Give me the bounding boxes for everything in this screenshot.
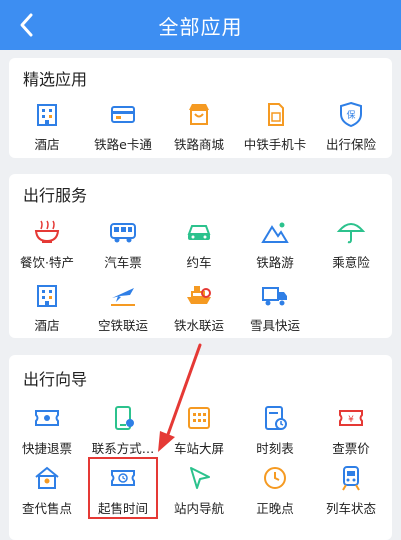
app-label: 酒店: [34, 137, 60, 152]
section-title: 出行向导: [23, 370, 88, 389]
app-label: 铁路商城: [173, 137, 224, 152]
ship-icon: [184, 282, 214, 308]
app-ride-hailing[interactable]: 约车: [161, 219, 237, 271]
mountain-icon: [260, 219, 290, 245]
plane-icon: [108, 282, 138, 308]
app-rail-tour[interactable]: 铁路游: [237, 219, 313, 271]
app-on-time-status[interactable]: 正晚点: [237, 465, 313, 517]
section-featured: 精选应用 酒店 铁路e卡通 铁路商城 中铁手机卡 保 出行保险: [9, 58, 392, 158]
app-station-navigation[interactable]: 站内导航: [161, 465, 237, 517]
app-check-price[interactable]: ¥ 查票价: [313, 405, 389, 457]
clock-icon: [260, 465, 290, 491]
app-label: 铁水联运: [173, 318, 224, 333]
station-screen-icon: [184, 405, 214, 431]
app-label: 联系方式…: [91, 441, 155, 456]
app-label: 乘意险: [332, 255, 370, 270]
app-bus-ticket[interactable]: 汽车票: [85, 219, 161, 271]
page-title: 全部应用: [158, 15, 243, 39]
price-ticket-icon: ¥: [336, 405, 366, 431]
food-icon: [32, 219, 62, 245]
contact-phone-icon: [108, 405, 138, 431]
app-train-status[interactable]: 列车状态: [313, 465, 389, 517]
app-hotel[interactable]: 酒店: [9, 282, 85, 334]
app-travel-accident-insurance[interactable]: 乘意险: [313, 219, 389, 271]
refund-ticket-icon: [32, 405, 62, 431]
top-bar: 全部应用: [0, 0, 401, 50]
sim-icon: [260, 101, 290, 127]
timetable-icon: [260, 405, 290, 431]
section-title: 出行服务: [23, 186, 88, 205]
highlight-box: [88, 457, 158, 519]
section-travel-services: 出行服务 餐饮·特产 汽车票 约车 铁路游 乘意险 酒店 空铁联运 铁水联运 雪…: [9, 174, 392, 338]
app-air-rail[interactable]: 空铁联运: [85, 282, 161, 334]
app-check-agency[interactable]: 查代售点: [9, 465, 85, 517]
svg-text:保: 保: [346, 109, 355, 121]
app-label: 查票价: [332, 441, 370, 456]
shop-icon: [184, 101, 214, 127]
app-contact-info[interactable]: 联系方式…: [85, 405, 161, 457]
truck-icon: [260, 282, 290, 308]
app-label: 站内导航: [173, 501, 224, 516]
app-sim-card[interactable]: 中铁手机卡: [237, 101, 313, 153]
app-label: 餐饮·特产: [20, 255, 74, 270]
car-icon: [184, 219, 214, 245]
app-label: 时刻表: [256, 441, 294, 456]
app-label: 空铁联运: [97, 318, 148, 333]
app-label: 查代售点: [21, 501, 72, 516]
app-ski-express[interactable]: 雪具快运: [237, 282, 313, 334]
app-label: 约车: [186, 255, 212, 270]
navigation-arrow-icon: [184, 465, 214, 491]
umbrella-icon: [336, 219, 366, 245]
app-rail-ecard[interactable]: 铁路e卡通: [85, 101, 161, 153]
app-timetable[interactable]: 时刻表: [237, 405, 313, 457]
app-quick-refund[interactable]: 快捷退票: [9, 405, 85, 457]
app-label: 酒店: [34, 318, 60, 333]
app-label: 快捷退票: [21, 441, 72, 456]
hotel-icon: [32, 282, 62, 308]
insurance-icon: 保: [336, 101, 366, 128]
app-station-screen[interactable]: 车站大屏: [161, 405, 237, 457]
section-travel-guide: 出行向导 快捷退票 联系方式… 车站大屏 时刻表 ¥ 查票价 查代售点 起售时间…: [9, 355, 392, 540]
app-label: 中铁手机卡: [243, 137, 307, 152]
app-label: 雪具快运: [249, 318, 300, 333]
app-label: 列车状态: [325, 501, 376, 516]
app-label: 出行保险: [325, 137, 376, 152]
train-icon: [336, 465, 366, 491]
card-icon: [108, 101, 138, 127]
app-hotel[interactable]: 酒店: [9, 101, 85, 153]
agency-house-icon: [32, 465, 62, 491]
app-label: 车站大屏: [173, 441, 224, 456]
app-label: 铁路游: [256, 255, 294, 270]
hotel-icon: [32, 101, 62, 127]
app-label: 汽车票: [104, 255, 142, 270]
section-title: 精选应用: [23, 70, 88, 89]
svg-text:¥: ¥: [348, 415, 354, 425]
app-label: 正晚点: [256, 501, 294, 516]
bus-icon: [108, 219, 138, 245]
app-rail-water[interactable]: 铁水联运: [161, 282, 237, 334]
app-rail-mall[interactable]: 铁路商城: [161, 101, 237, 153]
app-food[interactable]: 餐饮·特产: [9, 219, 85, 271]
app-label: 铁路e卡通: [94, 137, 152, 152]
app-insurance[interactable]: 保 出行保险: [313, 101, 389, 153]
